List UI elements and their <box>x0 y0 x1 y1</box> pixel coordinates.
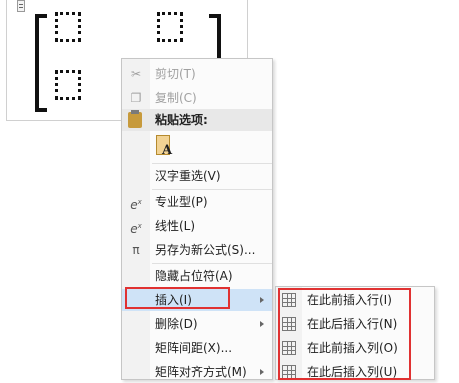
menu-item-reconvert[interactable]: 汉字重选(V) <box>122 165 272 187</box>
matrix-left-bracket <box>35 14 47 112</box>
save-equation-icon: π <box>132 243 140 257</box>
menu-item-delete[interactable]: 删除(D) <box>122 313 272 335</box>
menu-item-linear[interactable]: ex 线性(L) <box>122 215 272 237</box>
menu-item-cut[interactable]: ✂ 剪切(T) <box>122 63 272 85</box>
submenu-annotation-box <box>278 288 411 380</box>
paste-options-header: 粘贴选项: <box>122 109 272 131</box>
submenu-arrow-icon <box>260 369 264 375</box>
clipboard-icon <box>128 110 142 128</box>
matrix-placeholder[interactable] <box>55 12 81 42</box>
menu-divider <box>152 263 272 264</box>
context-menu: ✂ 剪切(T) ❐ 复制(C) 粘贴选项: A 汉字重选(V) ex 专业型(P… <box>121 58 273 380</box>
submenu-arrow-icon <box>260 321 264 327</box>
menu-divider <box>152 189 272 190</box>
equation-handle-icon[interactable] <box>17 0 25 12</box>
menu-item-professional[interactable]: ex 专业型(P) <box>122 191 272 213</box>
menu-item-copy[interactable]: ❐ 复制(C) <box>122 87 272 109</box>
linear-format-icon: ex <box>130 222 142 236</box>
menu-item-save-equation[interactable]: π 另存为新公式(S)... <box>122 239 272 261</box>
submenu-arrow-icon <box>260 297 264 303</box>
scissors-icon: ✂ <box>130 67 142 81</box>
paste-keep-text-button[interactable]: A <box>154 135 176 159</box>
matrix-placeholder[interactable] <box>55 70 81 100</box>
menu-item-hide-placeholders[interactable]: 隐藏占位符(A) <box>122 265 272 287</box>
insert-annotation-box <box>125 287 230 309</box>
menu-divider <box>152 163 272 164</box>
menu-item-matrix-spacing[interactable]: 矩阵间距(X)... <box>122 337 272 359</box>
matrix-placeholder[interactable] <box>157 12 183 42</box>
professional-format-icon: ex <box>130 198 142 212</box>
copy-icon: ❐ <box>130 91 142 105</box>
